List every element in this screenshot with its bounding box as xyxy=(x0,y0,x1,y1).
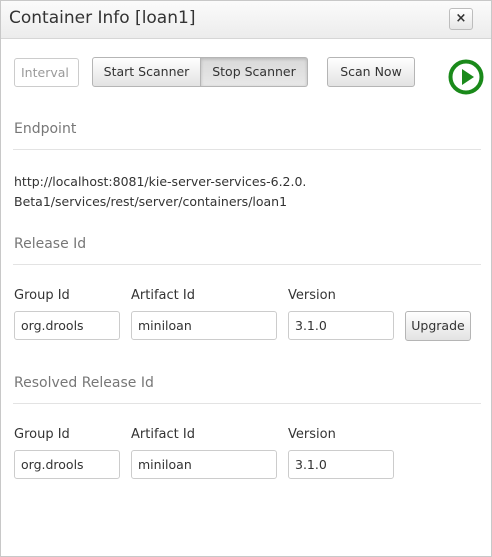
resolved-version-label: Version xyxy=(288,427,336,442)
resolved-artifact-id-label: Artifact Id xyxy=(131,427,195,442)
release-group-id-field[interactable]: org.drools xyxy=(14,311,120,340)
release-artifact-id-field[interactable]: miniloan xyxy=(131,311,277,340)
resolved-release-id-heading: Resolved Release Id xyxy=(14,375,154,391)
resolved-release-id-divider xyxy=(13,403,481,404)
resolved-group-id-field[interactable]: org.drools xyxy=(14,450,120,479)
upgrade-button[interactable]: Upgrade xyxy=(405,311,471,341)
play-circle-icon[interactable] xyxy=(448,59,484,95)
release-id-heading: Release Id xyxy=(14,236,87,252)
endpoint-url: http://localhost:8081/kie-server-service… xyxy=(14,174,307,209)
resolved-version-field[interactable]: 3.1.0 xyxy=(288,450,394,479)
release-artifact-id-label: Artifact Id xyxy=(131,288,195,303)
endpoint-divider xyxy=(13,149,481,150)
resolved-artifact-id-field[interactable]: miniloan xyxy=(131,450,277,479)
resolved-group-id-label: Group Id xyxy=(14,427,70,442)
title-bar[interactable]: Container Info [loan1] × xyxy=(1,1,491,39)
endpoint-heading: Endpoint xyxy=(14,121,77,137)
scan-now-button[interactable]: Scan Now xyxy=(327,57,415,87)
release-group-id-label: Group Id xyxy=(14,288,70,303)
interval-input[interactable]: Interval xyxy=(14,58,79,87)
stop-scanner-button[interactable]: Stop Scanner xyxy=(201,57,308,87)
start-scanner-button[interactable]: Start Scanner xyxy=(92,57,201,87)
dialog-title: Container Info [loan1] xyxy=(9,8,196,28)
close-icon: × xyxy=(455,11,467,26)
release-version-label: Version xyxy=(288,288,336,303)
release-version-field[interactable]: 3.1.0 xyxy=(288,311,394,340)
close-button[interactable]: × xyxy=(449,8,473,30)
container-info-dialog: Container Info [loan1] × Interval Start … xyxy=(0,0,492,557)
release-id-divider xyxy=(13,264,481,265)
